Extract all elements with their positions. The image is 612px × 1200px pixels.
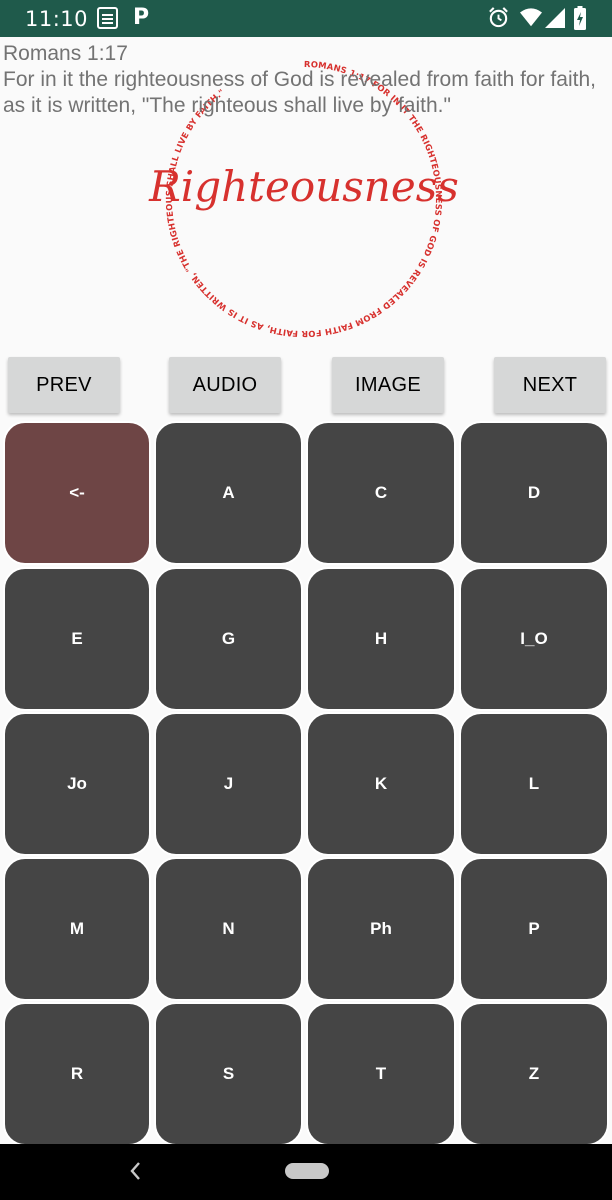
prev-button[interactable]: PREV xyxy=(8,357,120,413)
letter-key-d[interactable]: D xyxy=(459,421,609,565)
battery-icon xyxy=(574,6,586,30)
letter-key-g[interactable]: G xyxy=(154,567,303,711)
p-icon: P xyxy=(133,5,150,30)
letter-key-t[interactable]: T xyxy=(306,1002,456,1146)
letter-key-n[interactable]: N xyxy=(154,857,303,1001)
bible-app-icon xyxy=(97,7,118,29)
letter-key-z[interactable]: Z xyxy=(459,1002,609,1146)
status-bar: 11:10 P xyxy=(0,0,612,37)
letter-key-j[interactable]: J xyxy=(154,712,303,856)
next-button[interactable]: NEXT xyxy=(494,357,606,413)
navigation-bar xyxy=(0,1144,612,1200)
letter-key-e[interactable]: E xyxy=(3,567,151,711)
alarm-icon xyxy=(489,7,508,28)
wifi-icon xyxy=(520,8,542,27)
letter-key-m[interactable]: M xyxy=(3,857,151,1001)
home-button[interactable] xyxy=(285,1163,329,1179)
letter-key-k[interactable]: K xyxy=(306,712,456,856)
seal-title: Righteousness xyxy=(148,162,459,211)
letter-key-p[interactable]: P xyxy=(459,857,609,1001)
letter-key-i-o[interactable]: I_O xyxy=(459,567,609,711)
letter-key-ph[interactable]: Ph xyxy=(306,857,456,1001)
backspace-key[interactable]: <- xyxy=(3,421,151,565)
letter-key-h[interactable]: H xyxy=(306,567,456,711)
letter-key-c[interactable]: C xyxy=(306,421,456,565)
back-icon[interactable] xyxy=(124,1158,146,1184)
image-button[interactable]: IMAGE xyxy=(332,357,444,413)
letter-key-l[interactable]: L xyxy=(459,712,609,856)
letter-key-s[interactable]: S xyxy=(154,1002,303,1146)
verse: Romans 1:17 For in it the righteousness … xyxy=(3,41,609,119)
letter-key-jo[interactable]: Jo xyxy=(3,712,151,856)
letter-key-a[interactable]: A xyxy=(154,421,303,565)
status-time: 11:10 xyxy=(25,7,89,31)
verse-reference: Romans 1:17 xyxy=(3,42,128,65)
verse-text: For in it the righteousness of God is re… xyxy=(3,68,596,117)
audio-button[interactable]: AUDIO xyxy=(169,357,281,413)
letter-key-r[interactable]: R xyxy=(3,1002,151,1146)
signal-icon xyxy=(545,8,565,28)
